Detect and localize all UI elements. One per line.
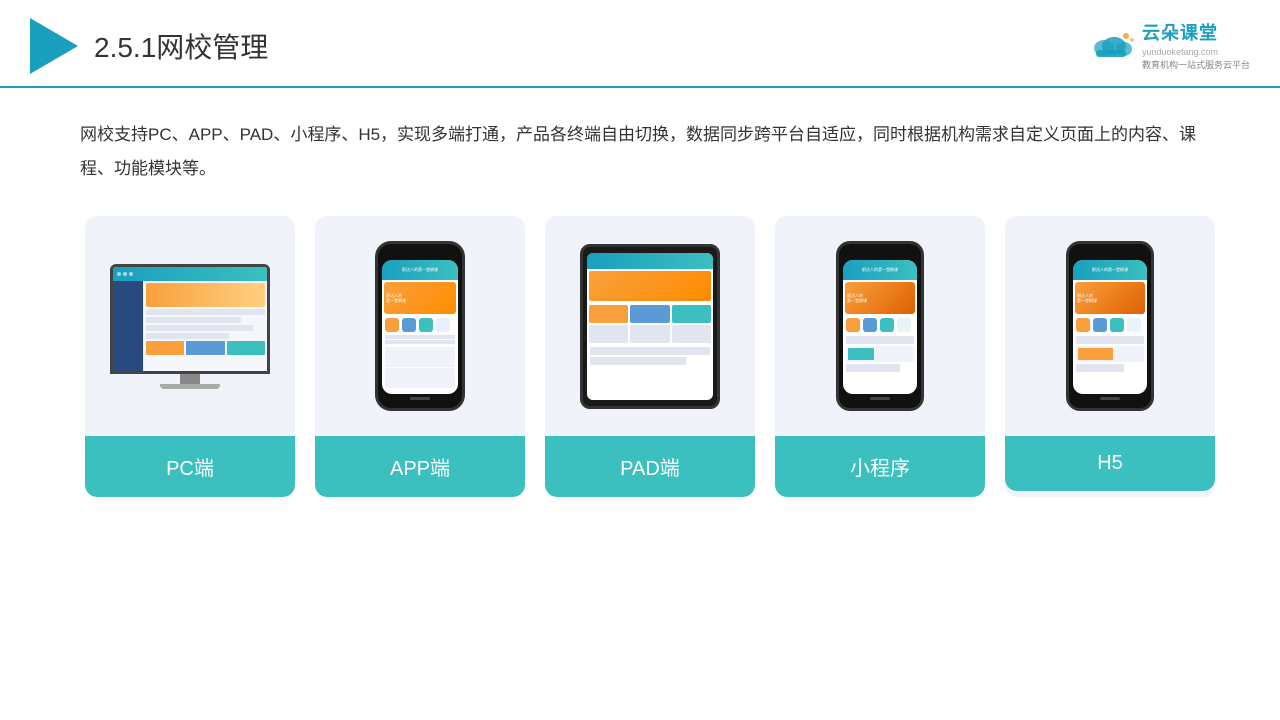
pc-monitor <box>110 264 270 374</box>
brand-text: 云朵课堂 yunduoketang.com 教育机构一站 式服务云平台 <box>1142 21 1250 71</box>
description-text: 网校支持PC、APP、PAD、小程序、H5，实现多端打通，产品各终端自由切换，数… <box>80 118 1220 186</box>
header-left: 2.5.1网校管理 <box>30 18 268 74</box>
phone-outer: 职达人的第一堂刷课 职达人的第一堂刷课 <box>375 241 465 411</box>
card-pad-image <box>545 216 755 436</box>
main-content: 网校支持PC、APP、PAD、小程序、H5，实现多端打通，产品各终端自由切换，数… <box>0 88 1280 517</box>
brand-tagline2: 式服务云平台 <box>1196 59 1250 72</box>
brand-domain: yunduoketang.com <box>1142 46 1250 59</box>
h5-phone-screen: 职达人的第一堂刷课 职达人的第一堂刷课 <box>1073 260 1147 394</box>
h5-phone-notch <box>1096 248 1124 254</box>
cloud-icon <box>1088 28 1136 64</box>
card-pc-image <box>85 216 295 436</box>
card-pad: PAD端 <box>545 216 755 497</box>
app-device-mockup: 职达人的第一堂刷课 职达人的第一堂刷课 <box>375 241 465 411</box>
card-miniprogram-label: 小程序 <box>775 436 985 497</box>
card-pad-label: PAD端 <box>545 436 755 497</box>
card-app-label: APP端 <box>315 436 525 497</box>
pad-device-mockup <box>580 244 720 409</box>
phone-screen: 职达人的第一堂刷课 职达人的第一堂刷课 <box>382 260 458 394</box>
title-main: 网校管理 <box>156 32 268 63</box>
phone-banner-text: 职达人的第一堂刷课 <box>386 293 406 303</box>
page-header: 2.5.1网校管理 云朵课堂 yunduoketang.com 教育机构一站 式… <box>0 0 1280 88</box>
mini-device-mockup: 职达人的第一堂刷课 职达人的第一堂刷课 <box>836 241 924 411</box>
card-miniprogram: 职达人的第一堂刷课 职达人的第一堂刷课 <box>775 216 985 497</box>
brand-tagline: 教育机构一站 <box>1142 59 1196 72</box>
card-h5-label: H5 <box>1005 436 1215 491</box>
pad-screen <box>587 253 713 400</box>
brand-logo: 云朵课堂 yunduoketang.com 教育机构一站 式服务云平台 <box>1088 21 1250 71</box>
card-app: 职达人的第一堂刷课 职达人的第一堂刷课 <box>315 216 525 497</box>
mini-phone-outer: 职达人的第一堂刷课 职达人的第一堂刷课 <box>836 241 924 411</box>
phone-notch <box>406 248 434 254</box>
card-pc: PC端 <box>85 216 295 497</box>
h5-phone-outer: 职达人的第一堂刷课 职达人的第一堂刷课 <box>1066 241 1154 411</box>
card-miniprogram-image: 职达人的第一堂刷课 职达人的第一堂刷课 <box>775 216 985 436</box>
card-h5: 职达人的第一堂刷课 职达人的第一堂刷课 <box>1005 216 1215 497</box>
pc-device-mockup <box>110 264 270 389</box>
platform-cards: PC端 职达人的第一堂刷课 职达人的第一堂刷课 <box>80 216 1220 497</box>
mini-phone-notch <box>866 248 894 254</box>
pad-outer <box>580 244 720 409</box>
card-h5-image: 职达人的第一堂刷课 职达人的第一堂刷课 <box>1005 216 1215 436</box>
h5-device-mockup: 职达人的第一堂刷课 职达人的第一堂刷课 <box>1066 241 1154 411</box>
card-pc-label: PC端 <box>85 436 295 497</box>
title-prefix: 2.5.1 <box>94 32 156 63</box>
card-app-image: 职达人的第一堂刷课 职达人的第一堂刷课 <box>315 216 525 436</box>
logo-triangle-icon <box>30 18 78 74</box>
brand-name: 云朵课堂 <box>1142 21 1250 46</box>
page-title: 2.5.1网校管理 <box>94 26 268 66</box>
mini-phone-screen: 职达人的第一堂刷课 职达人的第一堂刷课 <box>843 260 917 394</box>
